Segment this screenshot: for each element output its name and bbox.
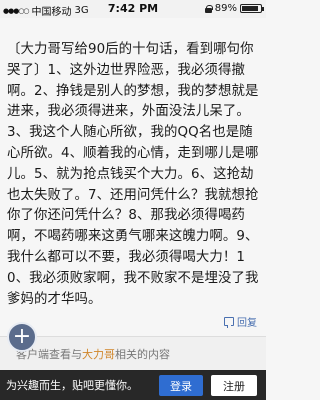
related-content-link[interactable]: 客户端查看与大力哥相关的内容 [0,337,266,371]
post-content-area: 〔大力哥写给90后的十句话，看到哪句你哭了〕1、这外边世界险恶，我必须得撤啊。2… [0,18,266,337]
status-bar: ●●●○○ 中国移动 3G 7:42 PM 89% [0,0,266,18]
login-prompt: 为兴趣而生，贴吧更懂你。 [6,379,138,392]
login-button[interactable]: 登录 [159,375,203,396]
related-keyword: 大力哥 [82,348,115,361]
battery-icon [240,4,264,13]
related-suffix: 相关的内容 [115,348,170,361]
status-right: 89% [204,3,264,14]
battery-percent: 89% [214,3,237,14]
reply-label: 回复 [237,318,257,329]
plus-icon: + [12,324,32,349]
reply-button[interactable]: 回复 [224,314,257,329]
register-button[interactable]: 注册 [211,375,257,396]
battery-fill [242,6,259,11]
post-text: 〔大力哥写给90后的十句话，看到哪句你哭了〕1、这外边世界险恶，我必须得撤啊。2… [7,42,259,307]
reply-icon [224,317,234,328]
login-bar: 为兴趣而生，贴吧更懂你。 登录 注册 [0,370,266,400]
related-content-text: 客户端查看与大力哥相关的内容 [16,346,170,362]
floating-action-button[interactable]: + [7,322,37,352]
lock-icon [204,4,213,13]
